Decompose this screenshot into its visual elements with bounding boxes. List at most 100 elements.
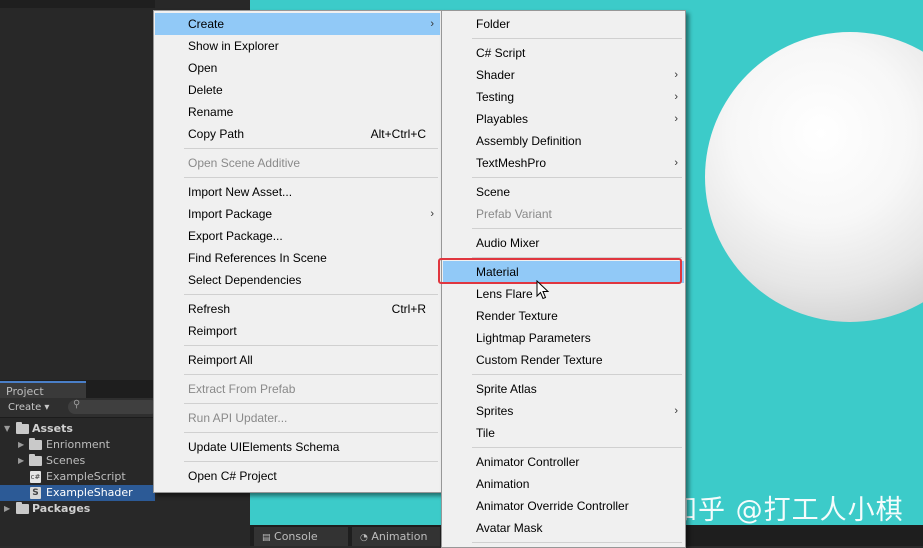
tree-item-packages[interactable]: ▶ Packages — [0, 501, 250, 517]
mouse-cursor-icon — [536, 280, 550, 300]
menu-item-label: Run API Updater... — [188, 411, 288, 425]
menu-item-show-in-explorer[interactable]: Show in Explorer — [155, 35, 440, 57]
submenu-item-prefab-variant[interactable]: Prefab Variant — [443, 203, 684, 225]
menu-item-reimport-all[interactable]: Reimport All — [155, 349, 440, 371]
menu-item-open-scene-additive[interactable]: Open Scene Additive — [155, 152, 440, 174]
submenu-item-audio-mixer[interactable]: Audio Mixer — [443, 232, 684, 254]
menu-item-label: Rename — [188, 105, 234, 119]
menu-item-label: Import New Asset... — [188, 185, 293, 199]
submenu-item-folder[interactable]: Folder — [443, 13, 684, 35]
menu-item-label: Create — [188, 17, 225, 31]
menu-separator — [184, 177, 438, 178]
menu-item-create[interactable]: Create › — [155, 13, 440, 35]
collapse-arrow-icon[interactable]: ▶ — [4, 501, 10, 517]
search-icon: ⚲ — [73, 399, 81, 410]
menu-item-export-package[interactable]: Export Package... — [155, 225, 440, 247]
menu-item-import-package[interactable]: Import Package › — [155, 203, 440, 225]
menu-item-find-references[interactable]: Find References In Scene — [155, 247, 440, 269]
tree-item-label: ExampleShader — [46, 486, 133, 499]
menu-item-label: Extract From Prefab — [188, 382, 296, 396]
menu-item-run-api-updater[interactable]: Run API Updater... — [155, 407, 440, 429]
menu-item-label: C# Script — [476, 46, 526, 60]
menu-separator — [184, 403, 438, 404]
submenu-item-scene[interactable]: Scene — [443, 181, 684, 203]
submenu-item-shader[interactable]: Shader › — [443, 64, 684, 86]
expand-arrow-icon[interactable]: ▼ — [4, 421, 10, 437]
menu-item-label: Open C# Project — [188, 469, 277, 483]
menu-item-rename[interactable]: Rename — [155, 101, 440, 123]
menu-item-label: Reimport — [188, 324, 237, 338]
menu-item-label: Assembly Definition — [476, 134, 582, 148]
chevron-right-icon: › — [430, 208, 434, 220]
menu-item-open-csharp-project[interactable]: Open C# Project — [155, 465, 440, 487]
folder-icon — [29, 438, 42, 450]
folder-icon — [29, 454, 42, 466]
menu-item-select-dependencies[interactable]: Select Dependencies — [155, 269, 440, 291]
submenu-item-lens-flare[interactable]: Lens Flare — [443, 283, 684, 305]
tree-item-label: Packages — [32, 502, 91, 515]
menu-item-label: Animation — [476, 477, 530, 491]
menu-item-import-new-asset[interactable]: Import New Asset... — [155, 181, 440, 203]
chevron-right-icon: › — [674, 405, 678, 417]
submenu-item-testing[interactable]: Testing › — [443, 86, 684, 108]
collapse-arrow-icon[interactable]: ▶ — [18, 437, 24, 453]
menu-item-label: Scene — [476, 185, 511, 199]
menu-item-label: TextMeshPro — [476, 156, 547, 170]
csharp-file-icon: c# — [30, 471, 41, 483]
sphere-object[interactable] — [705, 32, 923, 322]
submenu-item-tile[interactable]: Tile — [443, 422, 684, 444]
submenu-item-lightmap-parameters[interactable]: Lightmap Parameters — [443, 327, 684, 349]
menu-item-refresh[interactable]: Refresh Ctrl+R — [155, 298, 440, 320]
tab-project[interactable]: Project — [0, 381, 86, 398]
tree-item-label: Enrionment — [46, 438, 110, 451]
submenu-item-animator-override-controller[interactable]: Animator Override Controller — [443, 495, 684, 517]
submenu-item-textmeshpro[interactable]: TextMeshPro › — [443, 152, 684, 174]
menu-item-label: Avatar Mask — [476, 521, 543, 535]
menu-item-delete[interactable]: Delete — [155, 79, 440, 101]
menu-item-label: Folder — [476, 17, 511, 31]
tree-item-exampleshader[interactable]: S ExampleShader — [0, 485, 155, 501]
submenu-item-csharp-script[interactable]: C# Script — [443, 42, 684, 64]
tab-console[interactable]: ▤ Console — [254, 527, 348, 546]
submenu-item-sprite-atlas[interactable]: Sprite Atlas — [443, 378, 684, 400]
menu-item-shortcut: Ctrl+R — [391, 302, 426, 316]
submenu-item-playables[interactable]: Playables › — [443, 108, 684, 130]
menu-item-label: Reimport All — [188, 353, 253, 367]
submenu-item-avatar-mask[interactable]: Avatar Mask — [443, 517, 684, 539]
menu-item-copy-path[interactable]: Copy Path Alt+Ctrl+C — [155, 123, 440, 145]
menu-item-label: Audio Mixer — [476, 236, 540, 250]
folder-icon — [16, 422, 29, 434]
top-strip — [0, 0, 155, 8]
menu-item-extract-from-prefab[interactable]: Extract From Prefab — [155, 378, 440, 400]
menu-item-label: Animator Controller — [476, 455, 580, 469]
menu-separator — [184, 148, 438, 149]
menu-item-label: Shader — [476, 68, 515, 82]
submenu-item-render-texture[interactable]: Render Texture — [443, 305, 684, 327]
menu-separator — [472, 228, 682, 229]
menu-item-shortcut: Alt+Ctrl+C — [370, 127, 426, 141]
chevron-right-icon: › — [430, 18, 434, 30]
create-dropdown-button[interactable]: Create ▾ — [4, 400, 53, 415]
search-input[interactable]: ⚲ — [68, 399, 158, 414]
submenu-item-animator-controller[interactable]: Animator Controller — [443, 451, 684, 473]
submenu-item-animation[interactable]: Animation — [443, 473, 684, 495]
tab-console-label: Console — [274, 530, 318, 543]
menu-item-label: Copy Path — [188, 127, 245, 141]
menu-item-label: Custom Render Texture — [476, 353, 603, 367]
menu-item-reimport[interactable]: Reimport — [155, 320, 440, 342]
folder-icon — [16, 502, 29, 514]
menu-item-update-uielements-schema[interactable]: Update UIElements Schema — [155, 436, 440, 458]
submenu-item-sprites[interactable]: Sprites › — [443, 400, 684, 422]
menu-item-open[interactable]: Open — [155, 57, 440, 79]
shader-file-icon: S — [30, 487, 41, 499]
menu-item-label: Tile — [476, 426, 495, 440]
menu-separator — [472, 542, 682, 543]
chevron-right-icon: › — [674, 91, 678, 103]
menu-separator — [184, 345, 438, 346]
watermark: 知乎 @打工人小棋 — [670, 495, 904, 525]
collapse-arrow-icon[interactable]: ▶ — [18, 453, 24, 469]
submenu-item-custom-render-texture[interactable]: Custom Render Texture — [443, 349, 684, 371]
submenu-item-assembly-definition[interactable]: Assembly Definition — [443, 130, 684, 152]
menu-separator — [184, 461, 438, 462]
tab-animation[interactable]: ◔ Animation — [352, 527, 440, 546]
